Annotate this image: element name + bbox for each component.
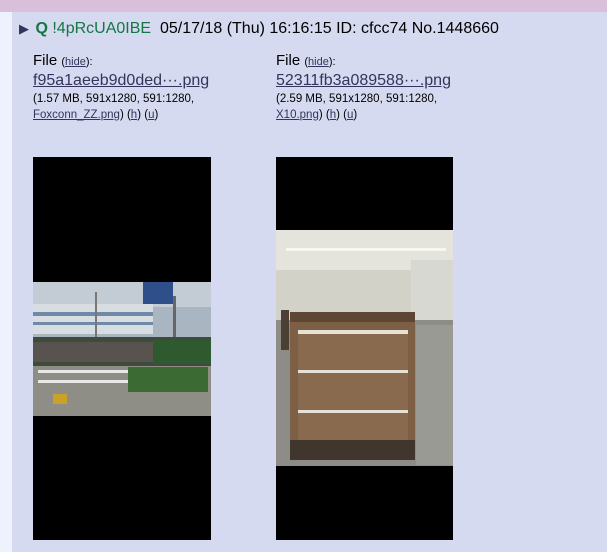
id-label: ID: xyxy=(336,20,357,37)
u-link[interactable]: u xyxy=(148,109,154,121)
hide-link[interactable]: hide xyxy=(308,56,329,68)
file-label: File xyxy=(276,52,301,69)
file-info-1: File (hide): f95a1aeeb9d0ded···.png (1.5… xyxy=(33,52,210,121)
q-label: Q xyxy=(35,20,48,37)
crowd-photo-drawing xyxy=(33,282,211,416)
poster-id[interactable]: cfcc74 xyxy=(361,20,407,37)
u-link[interactable]: u xyxy=(347,109,353,121)
h-link[interactable]: h xyxy=(131,109,137,121)
file-info-2: File (hide): 52311fb3a089588···.png (2.5… xyxy=(276,52,451,121)
expand-arrow-icon[interactable]: ▶ xyxy=(19,21,29,36)
file-meta: (2.59 MB, 591x1280, 591:1280, xyxy=(276,93,438,105)
filename-link[interactable]: f95a1aeeb9d0ded···.png xyxy=(33,72,209,89)
previous-post-band xyxy=(0,0,607,12)
h-link[interactable]: h xyxy=(330,109,336,121)
file-label: File xyxy=(33,52,58,69)
original-filename-link[interactable]: X10.png xyxy=(276,109,319,121)
tripcode: !4pRcUA0IBE xyxy=(52,20,152,37)
post-header: ▶ Q !4pRcUA0IBE 05/17/18 (Thu) 16:16:15 … xyxy=(19,20,499,38)
filename-link[interactable]: 52311fb3a089588···.png xyxy=(276,72,451,89)
file-meta: (1.57 MB, 591x1280, 591:1280, xyxy=(33,93,195,105)
crowd-photo xyxy=(33,282,211,416)
hide-link[interactable]: hide xyxy=(65,56,86,68)
warehouse-photo xyxy=(276,230,453,466)
image-thumbnail-1[interactable] xyxy=(33,157,211,540)
warehouse-photo-drawing xyxy=(276,230,453,466)
original-filename-link[interactable]: Foxconn_ZZ.png xyxy=(33,109,120,121)
post-datetime: 05/17/18 (Thu) 16:16:15 xyxy=(159,20,332,37)
post-number-link[interactable]: No.1448660 xyxy=(412,20,499,37)
image-thumbnail-2[interactable] xyxy=(276,157,453,540)
